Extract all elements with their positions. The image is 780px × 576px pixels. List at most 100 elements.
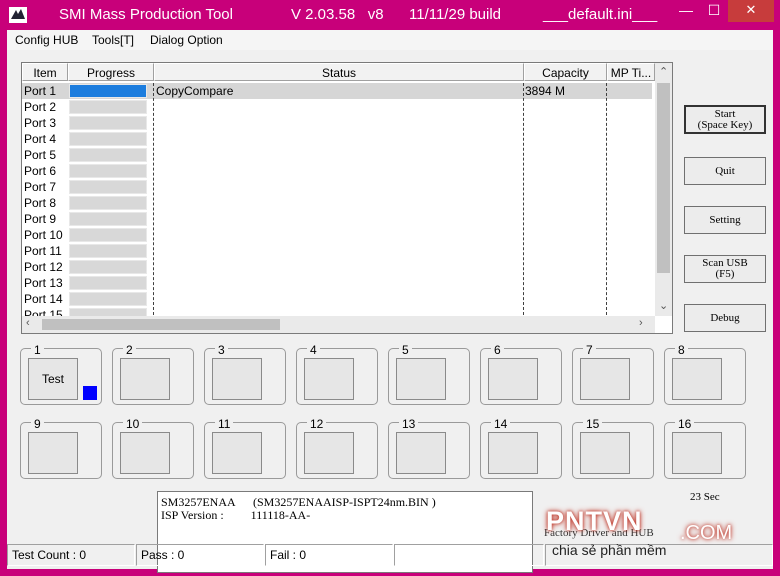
port-item-label: Port 10 xyxy=(24,228,63,242)
column-header-item[interactable]: Item xyxy=(22,63,68,81)
port-box-number: 1 xyxy=(31,343,44,357)
list-item[interactable]: Port 8 xyxy=(22,195,652,211)
progress-bar xyxy=(69,180,147,194)
list-item[interactable]: Port 4 xyxy=(22,131,652,147)
menu-dialog-option[interactable]: Dialog Option xyxy=(150,33,223,47)
port-box-number: 10 xyxy=(123,417,143,431)
close-button[interactable]: ✕ xyxy=(728,0,774,22)
port-button[interactable] xyxy=(28,432,78,474)
port-box: 15 xyxy=(572,417,654,479)
column-header-status[interactable]: Status xyxy=(154,63,524,81)
list-item[interactable]: Port 9 xyxy=(22,211,652,227)
progress-bar xyxy=(69,276,147,290)
title-bar[interactable]: SMI Mass Production Tool V 2.03.58 v8 11… xyxy=(0,0,780,30)
list-item[interactable]: Port 1 CopyCompare 3894 M xyxy=(22,83,652,99)
vertical-scrollbar[interactable]: ⌃ ⌄ xyxy=(655,63,672,316)
test-count-panel: Test Count : 0 xyxy=(7,544,135,566)
port-box: 1 Test xyxy=(20,343,102,405)
port-item-label: Port 14 xyxy=(24,292,63,306)
port-box-number: 4 xyxy=(307,343,320,357)
progress-bar xyxy=(69,196,147,210)
client-area: Config HUB Tools[T] Dialog Option Item P… xyxy=(7,30,773,573)
scroll-right-icon[interactable]: › xyxy=(639,317,643,329)
vertical-scroll-thumb[interactable] xyxy=(657,83,670,273)
port-button[interactable] xyxy=(580,432,630,474)
app-logo-icon xyxy=(9,7,27,23)
list-item[interactable]: Port 14 xyxy=(22,291,652,307)
scan-usb-button[interactable]: Scan USB (F5) xyxy=(684,255,766,283)
scan-usb-shortcut: (F5) xyxy=(715,268,735,280)
port-box-number: 11 xyxy=(215,417,234,431)
list-item[interactable]: Port 5 xyxy=(22,147,652,163)
port-item-label: Port 12 xyxy=(24,260,63,274)
menu-tools[interactable]: Tools[T] xyxy=(92,33,134,47)
port-box: 5 xyxy=(388,343,470,405)
list-item[interactable]: Port 12 xyxy=(22,259,652,275)
port-box: 6 xyxy=(480,343,562,405)
port-box: 10 xyxy=(112,417,194,479)
port-button[interactable] xyxy=(304,432,354,474)
menu-config-hub[interactable]: Config HUB xyxy=(15,33,78,47)
port-list[interactable]: Item Progress Status Capacity MP Ti... P… xyxy=(21,62,673,334)
horizontal-scrollbar[interactable]: ‹ › xyxy=(22,316,655,333)
port-box: 3 xyxy=(204,343,286,405)
ini-file-label: ___default.ini___ xyxy=(543,6,658,23)
port-button[interactable] xyxy=(120,432,170,474)
port-button[interactable] xyxy=(120,358,170,400)
horizontal-scroll-thumb[interactable] xyxy=(42,319,280,330)
port-button[interactable] xyxy=(672,358,722,400)
port-box-number: 6 xyxy=(491,343,504,357)
port-box-number: 13 xyxy=(399,417,419,431)
progress-bar xyxy=(69,116,147,130)
port-button[interactable] xyxy=(672,432,722,474)
setting-button[interactable]: Setting xyxy=(684,206,766,234)
column-divider xyxy=(523,83,524,315)
port-box-number: 12 xyxy=(307,417,327,431)
port-box: 9 xyxy=(20,417,102,479)
version-label: V 2.03.58 v8 xyxy=(291,6,384,23)
pass-count-panel: Pass : 0 xyxy=(136,544,264,566)
port-item-label: Port 3 xyxy=(24,116,57,130)
column-header-progress[interactable]: Progress xyxy=(68,63,154,81)
list-item[interactable]: Port 2 xyxy=(22,99,652,115)
list-item[interactable]: Port 6 xyxy=(22,163,652,179)
debug-button[interactable]: Debug xyxy=(684,304,766,332)
app-window: SMI Mass Production Tool V 2.03.58 v8 11… xyxy=(0,0,780,576)
port-button[interactable] xyxy=(488,432,538,474)
maximize-button[interactable]: ☐ xyxy=(700,0,728,22)
port-button[interactable] xyxy=(212,432,262,474)
port-button[interactable] xyxy=(304,358,354,400)
port-box-number: 14 xyxy=(491,417,511,431)
port-button[interactable] xyxy=(488,358,538,400)
port-button[interactable] xyxy=(212,358,262,400)
column-header-mp-time[interactable]: MP Ti... xyxy=(607,63,655,81)
scroll-up-icon[interactable]: ⌃ xyxy=(659,65,668,78)
port-box-number: 9 xyxy=(31,417,44,431)
scroll-left-icon[interactable]: ‹ xyxy=(26,317,30,329)
quit-button[interactable]: Quit xyxy=(684,157,766,185)
port-item-label: Port 7 xyxy=(24,180,57,194)
start-button-shortcut: (Space Key) xyxy=(697,118,753,131)
start-button[interactable]: Start (Space Key) xyxy=(684,105,766,134)
list-item[interactable]: Port 11 xyxy=(22,243,652,259)
list-item[interactable]: Port 13 xyxy=(22,275,652,291)
port-button[interactable] xyxy=(396,432,446,474)
list-item[interactable]: Port 10 xyxy=(22,227,652,243)
port-button[interactable] xyxy=(580,358,630,400)
scroll-down-icon[interactable]: ⌄ xyxy=(659,299,668,312)
port-box: 12 xyxy=(296,417,378,479)
port-button[interactable]: Test xyxy=(28,358,78,400)
port-button[interactable] xyxy=(396,358,446,400)
list-item[interactable]: Port 7 xyxy=(22,179,652,195)
column-header-capacity[interactable]: Capacity xyxy=(524,63,607,81)
build-label: 11/11/29 build xyxy=(409,6,502,23)
port-item-label: Port 4 xyxy=(24,132,57,146)
port-box: 16 xyxy=(664,417,746,479)
list-item[interactable]: Port 3 xyxy=(22,115,652,131)
port-box-number: 16 xyxy=(675,417,695,431)
port-item-label: Port 6 xyxy=(24,164,57,178)
minimize-button[interactable]: — xyxy=(672,0,700,22)
port-capacity: 3894 M xyxy=(525,84,566,98)
port-item-label: Port 2 xyxy=(24,100,57,114)
port-box: 14 xyxy=(480,417,562,479)
